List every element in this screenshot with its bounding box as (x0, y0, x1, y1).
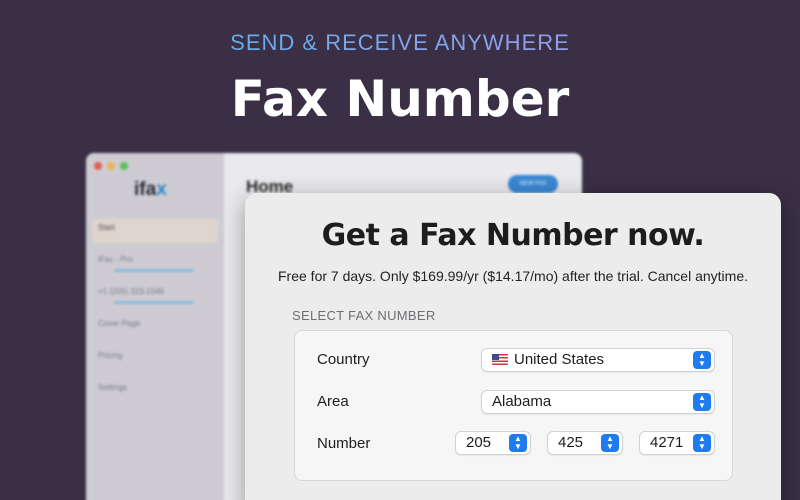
area-value: Alabama (492, 393, 552, 410)
panel-description: Free for 7 days. Only $169.99/yr ($14.17… (278, 268, 748, 284)
sidebar-item-pricing: Pricing (98, 351, 123, 360)
window-controls (94, 162, 128, 170)
area-label: Area (317, 393, 349, 410)
number-part3-select[interactable]: 4271 ▲ ▼ (639, 431, 715, 455)
panel-title: Get a Fax Number now. (321, 218, 705, 253)
background-sidebar-list: Start iFax - Pro +1 (205) 323-1546 Cover… (92, 219, 218, 411)
number-label: Number (317, 435, 371, 452)
hero-subtitle: SEND & RECEIVE ANYWHERE (0, 30, 800, 56)
fax-number-panel: Get a Fax Number now. Free for 7 days. O… (245, 193, 781, 500)
fax-number-form: Country United States ▲ ▼ Area Alabama ▲ ▼… (294, 330, 733, 481)
background-sidebar: ifax Start iFax - Pro +1 (205) 323-1546 … (86, 153, 224, 500)
hero-title: Fax Number (230, 70, 570, 128)
sidebar-item-number: +1 (205) 323-1546 (92, 283, 218, 307)
close-dot-icon (94, 162, 102, 170)
minimize-dot-icon (107, 162, 115, 170)
chevron-up-down-icon: ▲ ▼ (693, 351, 711, 369)
number-part1-select[interactable]: 205 ▲ ▼ (455, 431, 531, 455)
app-logo: ifax (134, 179, 167, 200)
country-select[interactable]: United States ▲ ▼ (481, 348, 715, 372)
number-part3-value: 4271 (650, 434, 684, 451)
number-part1-value: 205 (466, 434, 492, 451)
area-select[interactable]: Alabama ▲ ▼ (481, 390, 715, 414)
number-part2-select[interactable]: 425 ▲ ▼ (547, 431, 623, 455)
usage-bar (114, 301, 194, 304)
sidebar-item-settings: Settings (98, 383, 127, 392)
chevron-up-down-icon: ▲ ▼ (509, 434, 527, 452)
country-label: Country (317, 351, 370, 368)
chevron-up-down-icon: ▲ ▼ (693, 434, 711, 452)
chevron-up-down-icon: ▲ ▼ (693, 393, 711, 411)
section-label: SELECT FAX NUMBER (292, 308, 436, 323)
sidebar-item-ifax-pro: iFax - Pro (92, 251, 218, 275)
usage-bar (114, 269, 194, 272)
country-value: United States (514, 351, 605, 368)
sidebar-item-cover-page: Cover Page (98, 319, 141, 328)
zoom-dot-icon (120, 162, 128, 170)
us-flag-icon (492, 354, 508, 365)
chevron-up-down-icon: ▲ ▼ (601, 434, 619, 452)
sidebar-item-start: Start (92, 219, 218, 243)
background-new-fax-button: NEW FAX (508, 175, 558, 193)
number-part2-value: 425 (558, 434, 584, 451)
